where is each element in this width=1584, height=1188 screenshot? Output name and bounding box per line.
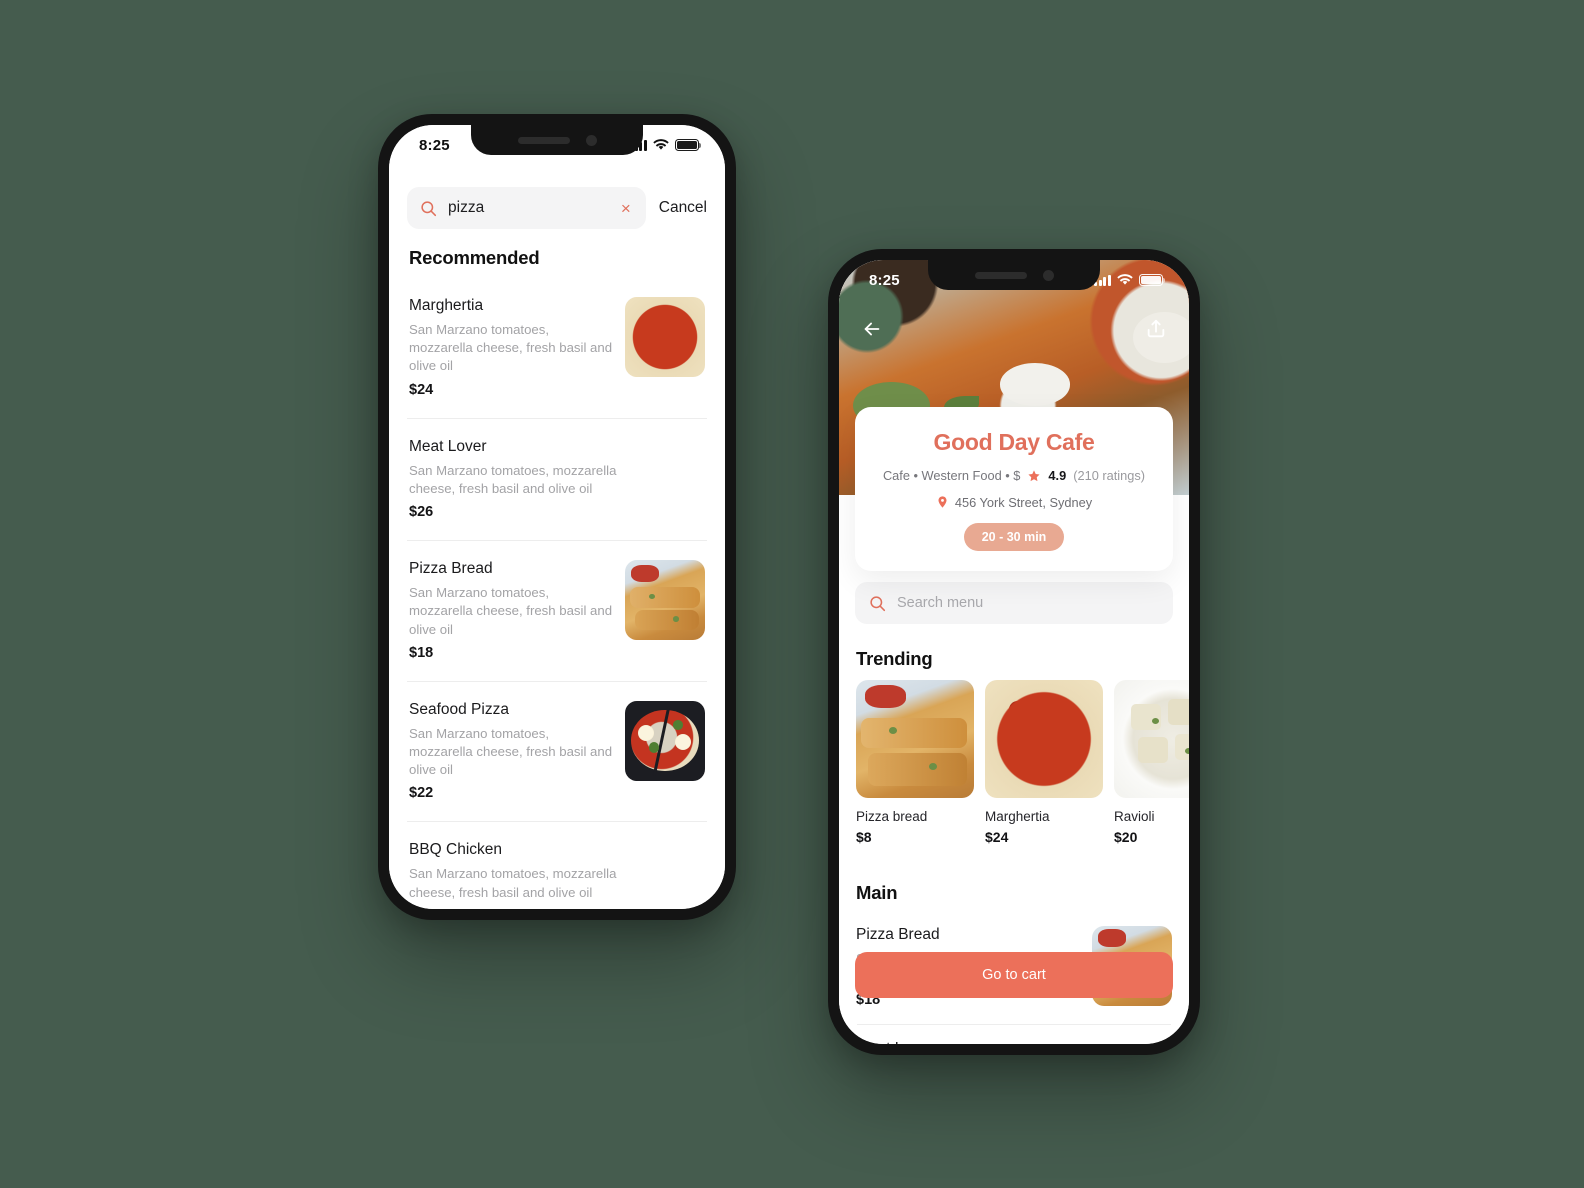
device-notch <box>928 260 1100 290</box>
dish-price: $22 <box>409 785 434 802</box>
margherita-pizza-image <box>985 680 1103 798</box>
dish-description: San Marzano tomatoes, mozzarella cheese,… <box>409 462 617 496</box>
dish-description: San Marzano tomatoes, mozzarella cheese,… <box>409 322 613 374</box>
restaurant-category: Cafe • Western Food • $ <box>882 468 1021 483</box>
dish-name: Seafood Pizza <box>409 700 509 718</box>
status-time: 8:25 <box>419 136 450 154</box>
share-icon[interactable] <box>1145 318 1167 340</box>
trending-item-price: $8 <box>856 829 872 845</box>
seafood-pizza-image <box>625 700 705 781</box>
phone-mockup-search: 8:25 pizza × Cancel Recommended Marghert… <box>378 114 736 920</box>
ravioli-image <box>1114 680 1189 798</box>
restaurant-screen-surface: 8:25 Good Day Cafe Cafe • Western Food •… <box>839 260 1189 1044</box>
search-screen-surface: 8:25 pizza × Cancel Recommended Marghert… <box>389 125 725 909</box>
go-to-cart-button[interactable]: Go to cart <box>855 952 1173 998</box>
search-input[interactable]: pizza × <box>407 187 646 229</box>
restaurant-address-row: 456 York Street, Sydney <box>871 494 1157 510</box>
device-notch <box>471 125 643 155</box>
dish-info: Seafood Pizza San Marzano tomatoes, mozz… <box>409 701 613 802</box>
dish-name: Pizza Bread <box>856 926 940 943</box>
battery-icon <box>675 139 702 151</box>
dish-name: Pizza Bread <box>409 560 493 578</box>
dish-info: Meat Lover San Marzano tomatoes, mozzare… <box>409 438 705 520</box>
main-section-title: Main <box>856 882 898 903</box>
dish-price: $18 <box>409 644 434 661</box>
earpiece-speaker <box>517 136 570 144</box>
dish-name: Marghertia <box>409 297 484 314</box>
pizza-bread-image <box>625 560 705 641</box>
dish-description: San Marzano tomatoes, mozzarella cheese,… <box>409 725 613 778</box>
star-icon <box>1028 469 1040 481</box>
trending-carousel[interactable]: Pizza bread $8 Marghertia $24 Ravioli $2… <box>856 680 1189 875</box>
dish-name: Meat Lover <box>409 437 487 455</box>
restaurant-meta: Cafe • Western Food • $ 4.9 (210 ratings… <box>871 468 1157 483</box>
restaurant-info-card: Good Day Cafe Cafe • Western Food • $ 4.… <box>855 407 1173 571</box>
ratings-count: (210 ratings) <box>1073 468 1146 483</box>
dish-name: BBQ Chicken <box>409 841 503 859</box>
wifi-icon <box>653 139 669 150</box>
front-camera <box>585 134 597 146</box>
dish-info: BBQ Chicken San Marzano tomatoes, mozzar… <box>409 841 705 909</box>
dish-info: Meat Lover San Marzano tomatoes, mozzare… <box>856 1040 1172 1044</box>
trending-card[interactable]: Marghertia $24 <box>985 680 1103 875</box>
trending-card[interactable]: Ravioli $20 <box>1114 680 1189 875</box>
search-input-value: pizza <box>448 199 485 216</box>
list-item[interactable]: Marghertia San Marzano tomatoes, mozzare… <box>389 277 725 418</box>
cancel-button[interactable]: Cancel <box>659 199 707 217</box>
restaurant-name: Good Day Cafe <box>933 429 1095 455</box>
dish-info: Marghertia San Marzano tomatoes, mozzare… <box>409 297 613 398</box>
dish-price: $26 <box>409 908 705 909</box>
phone-mockup-restaurant: 8:25 Good Day Cafe Cafe • Western Food •… <box>828 249 1200 1055</box>
search-icon <box>421 200 437 216</box>
list-item[interactable]: Meat Lover San Marzano tomatoes, mozzare… <box>389 417 725 540</box>
search-bar-row: pizza × Cancel <box>407 187 707 229</box>
dish-info: Pizza Bread San Marzano tomatoes, mozzar… <box>409 560 613 661</box>
trending-section-title: Trending <box>856 648 933 669</box>
trending-item-name: Pizza bread <box>856 809 928 824</box>
location-pin-icon <box>938 496 947 508</box>
trending-item-name: Marghertia <box>985 809 1050 824</box>
search-results-list[interactable]: Marghertia San Marzano tomatoes, mozzare… <box>389 277 725 909</box>
recommended-section-title: Recommended <box>409 247 540 268</box>
rating-value: 4.9 <box>1048 468 1067 483</box>
trending-item-name: Ravioli <box>1114 809 1155 824</box>
screenshot-canvas: 8:25 pizza × Cancel Recommended Marghert… <box>0 0 1584 1188</box>
menu-search-input[interactable]: Search menu <box>855 582 1173 624</box>
dish-description: San Marzano tomatoes, mozzarella cheese,… <box>409 585 613 637</box>
restaurant-address: 456 York Street, Sydney <box>954 494 1093 510</box>
restaurant-screen: 8:25 Good Day Cafe Cafe • Western Food •… <box>839 260 1189 1044</box>
menu-search-placeholder: Search menu <box>897 595 984 611</box>
hero-action-icons <box>839 318 1189 340</box>
margherita-pizza-image <box>625 297 705 377</box>
search-icon <box>870 595 886 611</box>
earpiece-speaker <box>974 271 1027 279</box>
dish-price: $26 <box>409 504 434 521</box>
search-screen: 8:25 pizza × Cancel Recommended Marghert… <box>389 125 725 909</box>
dish-description: San Marzano tomatoes, mozzarella cheese,… <box>409 866 617 900</box>
trending-item-price: $20 <box>1114 829 1138 845</box>
clear-x-icon[interactable]: × <box>619 200 633 217</box>
dish-name: Meat Lover <box>856 1040 1172 1044</box>
trending-card[interactable]: Pizza bread $8 <box>856 680 974 875</box>
list-item[interactable]: BBQ Chicken San Marzano tomatoes, mozzar… <box>389 821 725 909</box>
dish-price: $24 <box>409 381 434 398</box>
front-camera <box>1042 269 1054 281</box>
list-item[interactable]: Meat Lover San Marzano tomatoes, mozzare… <box>839 1024 1189 1044</box>
pizza-bread-image <box>856 680 974 798</box>
trending-item-price: $24 <box>985 829 1009 845</box>
list-item[interactable]: Pizza Bread San Marzano tomatoes, mozzar… <box>389 540 725 681</box>
list-item[interactable]: Seafood Pizza San Marzano tomatoes, mozz… <box>389 680 725 822</box>
delivery-time-badge: 20 - 30 min <box>963 523 1065 551</box>
back-arrow-icon[interactable] <box>861 318 883 340</box>
